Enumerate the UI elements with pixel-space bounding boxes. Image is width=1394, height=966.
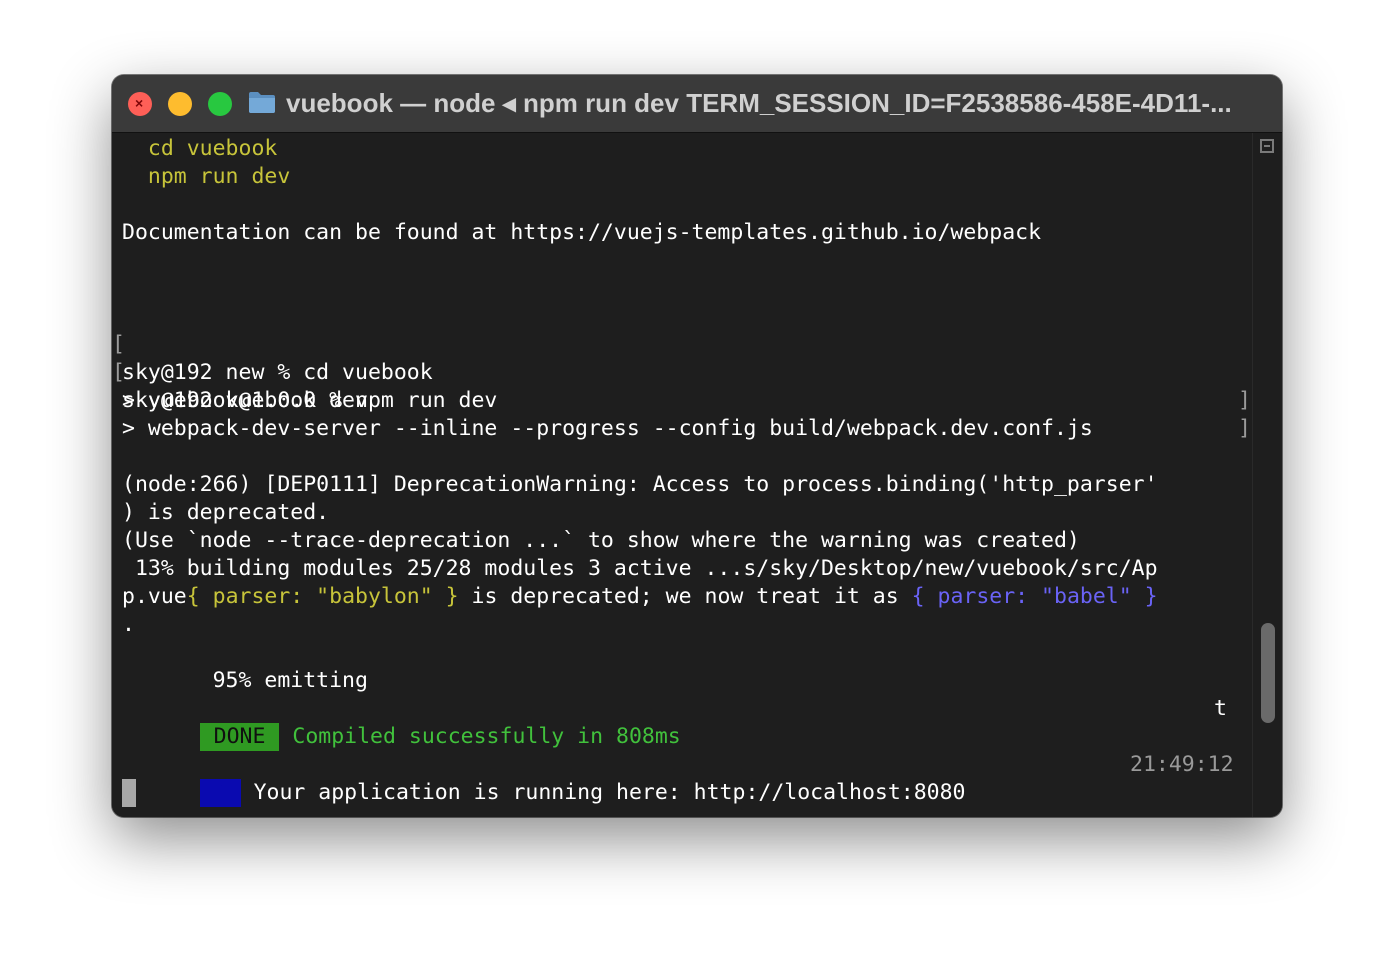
deprecation-text: is deprecated; we now treat it as: [458, 584, 912, 609]
minimize-button[interactable]: [168, 92, 192, 116]
prompt-bracket-close: ]: [1238, 388, 1251, 413]
info-line: I Your application is running here: http…: [122, 751, 966, 807]
prompt-line-1: [ sky@192 new % cd vuebook ]: [112, 303, 1252, 413]
done-line: DONE Compiled successfully in 808ms 21:4…: [122, 695, 1252, 777]
folder-icon: [249, 92, 275, 113]
build-file: p.vue: [122, 584, 187, 609]
build-line-3: .: [122, 612, 135, 637]
hint-cd-line: cd vuebook: [122, 136, 278, 161]
old-parser: { parser: "babylon" }: [186, 584, 459, 609]
script-line-2: > webpack-dev-server --inline --progress…: [122, 416, 1093, 441]
info-message: Your application is running here: http:/…: [240, 780, 966, 805]
split-pane-icon[interactable]: [1260, 139, 1274, 153]
script-line-1: > vuebook@1.0.0 dev: [122, 388, 368, 413]
prompt-bracket-open: [: [112, 360, 125, 385]
scrollbar[interactable]: [1252, 133, 1282, 817]
done-timestamp: 21:49:12: [1130, 752, 1234, 777]
zoom-button[interactable]: [208, 92, 232, 116]
warning-line-1: (node:266) [DEP0111] DeprecationWarning:…: [122, 472, 1158, 497]
build-line-1: 13% building modules 25/28 modules 3 act…: [122, 556, 1158, 581]
done-message: Compiled successfully in 808ms: [279, 724, 681, 749]
window-title: vuebook — node ◂ npm run dev TERM_SESSIO…: [286, 88, 1232, 118]
close-button[interactable]: ×: [128, 92, 152, 116]
warning-line-3: (Use `node --trace-deprecation ...` to s…: [122, 528, 1080, 553]
title-bar[interactable]: × vuebook — node ◂ npm run dev TERM_SESS…: [112, 75, 1282, 133]
new-parser: { parser: "babel" }: [911, 584, 1158, 609]
build-line-2: p.vue{ parser: "babylon" } is deprecated…: [122, 583, 1158, 611]
warning-line-2: ) is deprecated.: [122, 500, 330, 525]
prompt-line-2: [ sky@192 vuebook % npm run dev ]: [112, 331, 1252, 441]
terminal-window: × vuebook — node ◂ npm run dev TERM_SESS…: [112, 75, 1282, 817]
docs-line: Documentation can be found at https://vu…: [122, 220, 1042, 245]
terminal-cursor: [122, 779, 136, 807]
done-badge: DONE: [199, 723, 280, 751]
close-icon: ×: [135, 95, 144, 111]
prompt-bracket-close: ]: [1238, 416, 1251, 441]
scrollbar-thumb[interactable]: [1261, 623, 1275, 723]
info-badge: I: [199, 779, 241, 807]
emit-text: 95% emitting: [199, 668, 368, 693]
terminal-content[interactable]: cd vuebook npm run dev Documentation can…: [112, 133, 1252, 817]
hint-npm-line: npm run dev: [122, 164, 291, 189]
emit-line: 95% emitting t: [122, 639, 1242, 721]
